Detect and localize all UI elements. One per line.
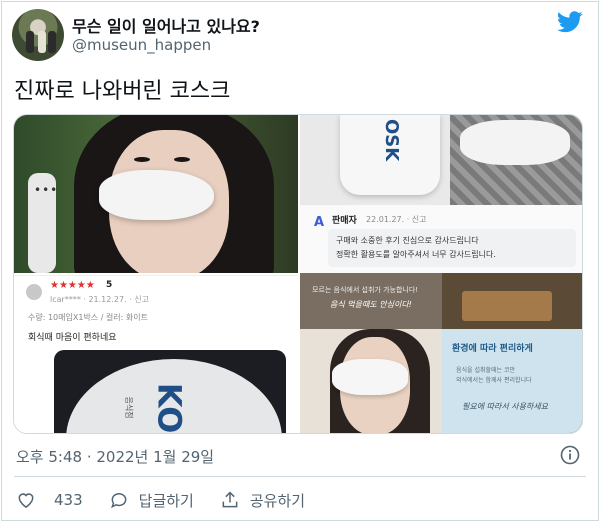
user-handle[interactable]: @museun_happen xyxy=(72,36,211,54)
media-grid[interactable]: ••• OSK A 판매자 22.01.27. · 신고 구매와 소중한 후기 … xyxy=(13,114,583,434)
avatar[interactable] xyxy=(12,9,64,61)
product-brand: KO xyxy=(150,382,189,434)
tweet-text: 진짜로 나와버린 코스크 xyxy=(14,79,231,104)
star-rating-icon: ★★★★★ xyxy=(50,280,95,291)
reply-icon xyxy=(110,493,127,509)
like-button[interactable]: 433 xyxy=(16,490,83,510)
photo-story-card[interactable]: 모르는 음식에서 섭취가 가능합니다! 음식 먹을때도 안심이다! 환경에 따라… xyxy=(300,273,582,433)
reply-label: 답글하기 xyxy=(138,491,194,510)
seller-name: 판매자 xyxy=(332,216,357,226)
seller-meta: 22.01.27. · 신고 xyxy=(366,215,427,224)
action-bar: 433 답글하기 공유하기 xyxy=(16,488,331,512)
story-card4-sub2: 외식에서는 함께사 편리합니다 xyxy=(456,377,532,384)
share-icon xyxy=(222,491,238,508)
seller-logo-icon: A xyxy=(314,215,325,230)
share-button[interactable]: 공유하기 xyxy=(220,490,305,511)
like-count: 433 xyxy=(54,491,83,509)
review[interactable]: ★★★★★ 5 lcar**** · 21.12.27. · 신고 수량: 10… xyxy=(14,275,298,347)
story-card1-line: 모르는 음식에서 섭취가 가능합니다! xyxy=(312,286,419,294)
twitter-bird-icon[interactable] xyxy=(557,11,583,33)
seller-reply[interactable]: A 판매자 22.01.27. · 신고 구매와 소중한 후기 진심으로 감사드… xyxy=(300,205,582,273)
story-card4-title: 환경에 따라 편리하게 xyxy=(452,344,533,354)
share-label: 공유하기 xyxy=(249,491,306,510)
seller-line-2: 정확한 활용도를 알아주셔서 너무 감사드립니다. xyxy=(336,250,496,259)
story-card1-hand: 음식 먹을때도 안심이다! xyxy=(330,300,412,309)
tweet-timestamp[interactable]: 오후 5:48 · 2022년 1월 29일 xyxy=(16,446,214,467)
reviewer-avatar xyxy=(26,284,42,300)
photo-product-closeup[interactable]: KO 음식점 xyxy=(14,347,298,434)
display-name[interactable]: 무슨 일이 일어나고 있나요? xyxy=(72,13,260,37)
product-small-text: 음식점 xyxy=(124,396,134,419)
seller-line-1: 구매와 소중한 후기 진심으로 감사드립니다 xyxy=(336,236,479,245)
photo-woman-mask[interactable]: ••• xyxy=(14,115,298,273)
reply-button[interactable]: 답글하기 xyxy=(109,490,194,511)
info-icon[interactable] xyxy=(560,445,580,465)
photo-product-box[interactable]: OSK xyxy=(300,115,582,205)
review-option: 수량: 10매입X1박스 / 컬러: 화이트 xyxy=(28,313,148,322)
reviewer-meta: lcar**** · 21.12.27. · 신고 xyxy=(50,295,149,304)
divider xyxy=(14,476,586,477)
heart-icon xyxy=(18,493,34,508)
product-box-text: OSK xyxy=(381,119,402,162)
story-card4-hand: 필요에 따라서 사용하세요 xyxy=(462,402,549,411)
review-comment: 회식때 마음이 편하네요 xyxy=(28,333,117,343)
story-card4-sub: 음식을 섭취할때는 코만 xyxy=(456,367,516,374)
rating-value: 5 xyxy=(106,280,113,290)
